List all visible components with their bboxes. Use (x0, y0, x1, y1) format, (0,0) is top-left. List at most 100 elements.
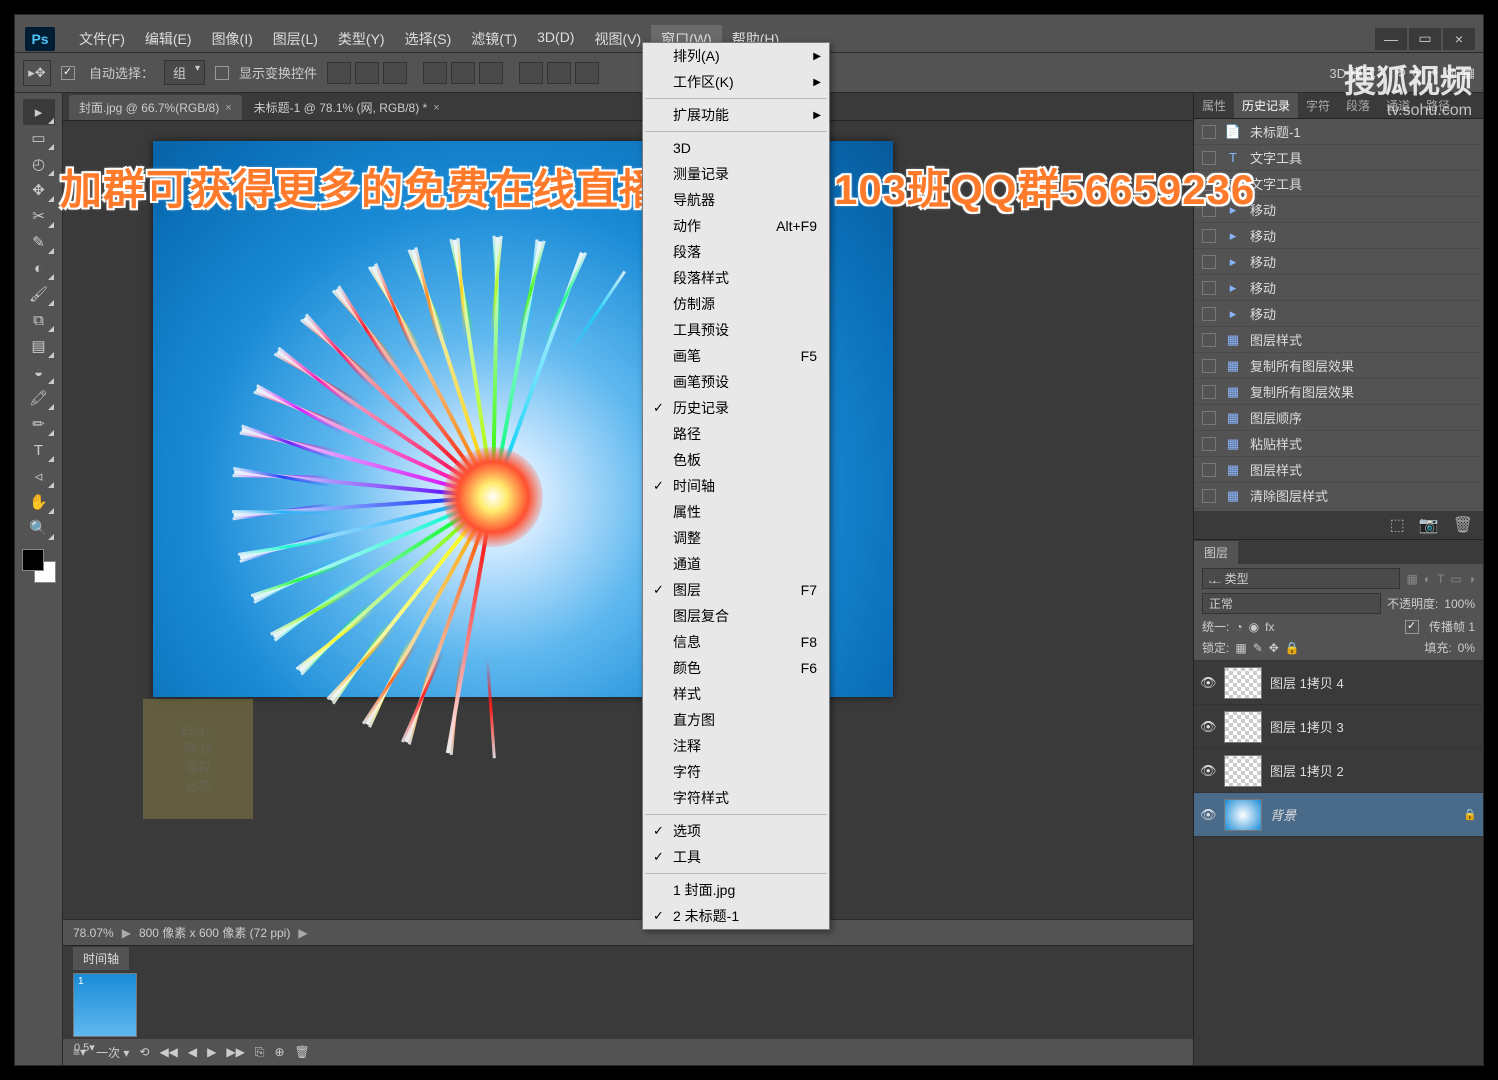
history-item[interactable]: ▸移动 (1194, 223, 1483, 249)
distribute-icon[interactable] (575, 62, 599, 84)
filter-icon[interactable]: ▦ (1406, 572, 1417, 586)
layer-thumbnail[interactable] (1224, 667, 1262, 699)
menu-item[interactable]: 类型(Y) (328, 25, 395, 53)
menu-dropdown-item[interactable]: 信息F8 (643, 629, 829, 655)
history-item[interactable]: ▸移动 (1194, 275, 1483, 301)
lock-icon[interactable]: 🔒 (1285, 641, 1300, 655)
history-item[interactable]: ▦图层样式 (1194, 457, 1483, 483)
layer-row[interactable]: 👁背景🔒 (1194, 793, 1483, 837)
tool-button[interactable]: ◴ (23, 151, 55, 177)
menu-dropdown-item[interactable]: 3D (643, 135, 829, 161)
align-icon[interactable] (327, 62, 351, 84)
history-item[interactable]: ▦清除图层样式 (1194, 483, 1483, 509)
menu-dropdown-item[interactable]: 工具 (643, 844, 829, 870)
align-icon[interactable] (383, 62, 407, 84)
timeline-frame[interactable]: 1 0.5▾ (73, 973, 137, 1037)
document-tab[interactable]: 未标题-1 @ 78.1% (网, RGB/8) *× (244, 95, 450, 120)
history-checkbox[interactable] (1202, 463, 1216, 477)
tool-button[interactable]: ⧉ (23, 307, 55, 333)
timeline-control-button[interactable]: ▶▶ (226, 1045, 244, 1060)
filter-icon[interactable]: ◑ (1468, 572, 1475, 586)
new-snapshot-icon[interactable]: ⬚ (1390, 515, 1405, 535)
lock-icon[interactable]: ✥ (1269, 641, 1279, 655)
status-arrow-icon[interactable]: ▶ (298, 926, 307, 940)
menu-dropdown-item[interactable]: 导航器 (643, 187, 829, 213)
layers-tab[interactable]: 图层 (1194, 540, 1483, 564)
menu-dropdown-item[interactable]: 画笔F5 (643, 343, 829, 369)
history-item[interactable]: ▦图层顺序 (1194, 405, 1483, 431)
menu-item[interactable]: 图像(I) (202, 25, 263, 53)
timeline-control-button[interactable]: ⎘ (255, 1045, 265, 1060)
history-checkbox[interactable] (1202, 359, 1216, 373)
tool-button[interactable]: T (23, 437, 55, 463)
move-tool-icon[interactable]: ▸✥ (23, 60, 51, 86)
tool-button[interactable]: ◐ (23, 255, 55, 281)
menu-dropdown-item[interactable]: 属性 (643, 499, 829, 525)
fill-value[interactable]: 0% (1458, 641, 1475, 655)
trash-icon[interactable]: 🗑 (1453, 515, 1473, 535)
zoom-level[interactable]: 78.07% (73, 926, 114, 940)
close-button[interactable]: × (1443, 28, 1475, 50)
history-checkbox[interactable] (1202, 333, 1216, 347)
tool-button[interactable]: ▭ (23, 125, 55, 151)
menu-dropdown-item[interactable]: 段落样式 (643, 265, 829, 291)
canvas-area[interactable]: Edu...网 校侵权必究 (63, 121, 1193, 919)
menu-dropdown-item[interactable]: 工具预设 (643, 317, 829, 343)
menu-dropdown-item[interactable]: 扩展功能 (643, 102, 829, 128)
align-icon[interactable] (479, 62, 503, 84)
tool-button[interactable]: 🔍 (23, 515, 55, 541)
panel-tab[interactable]: 历史记录 (1234, 93, 1298, 118)
tool-button[interactable]: 🖌 (23, 281, 55, 307)
propagate-checkbox[interactable] (1405, 620, 1419, 634)
tab-close-icon[interactable]: × (433, 102, 439, 114)
menu-dropdown-item[interactable]: 段落 (643, 239, 829, 265)
timeline-control-button[interactable]: ⟲ (139, 1045, 149, 1060)
unify-icon[interactable]: fx (1265, 620, 1274, 634)
tool-button[interactable]: ◃ (23, 463, 55, 489)
timeline-tab[interactable]: 时间轴 (63, 946, 1193, 970)
menu-dropdown-item[interactable]: 时间轴 (643, 473, 829, 499)
history-checkbox[interactable] (1202, 281, 1216, 295)
tool-button[interactable]: ✂ (23, 203, 55, 229)
menu-item[interactable]: 滤镜(T) (461, 25, 527, 53)
unify-icon[interactable]: ◔ (1235, 620, 1242, 634)
align-icon[interactable] (451, 62, 475, 84)
filter-icon[interactable]: ▭ (1450, 572, 1461, 586)
layer-thumbnail[interactable] (1224, 755, 1262, 787)
tool-button[interactable]: ✏ (23, 411, 55, 437)
filter-icon[interactable]: T (1437, 572, 1444, 586)
status-arrow-icon[interactable]: ▶ (122, 926, 131, 940)
tab-close-icon[interactable]: × (225, 102, 231, 114)
auto-select-checkbox[interactable] (61, 66, 75, 80)
menu-dropdown-item[interactable]: 路径 (643, 421, 829, 447)
fg-color[interactable] (22, 549, 44, 571)
timeline-control-button[interactable]: 🗑 (295, 1045, 310, 1060)
menu-dropdown-item[interactable]: 工作区(K) (643, 69, 829, 95)
minimize-button[interactable]: — (1375, 28, 1407, 50)
menu-dropdown-item[interactable]: 注释 (643, 733, 829, 759)
visibility-icon[interactable]: 👁 (1200, 675, 1216, 691)
tool-button[interactable]: ▸ (23, 99, 55, 125)
menu-dropdown-item[interactable]: 历史记录 (643, 395, 829, 421)
menu-dropdown-item[interactable]: 动作Alt+F9 (643, 213, 829, 239)
maximize-button[interactable]: ▭ (1409, 28, 1441, 50)
opacity-value[interactable]: 100% (1444, 597, 1475, 611)
menu-item[interactable]: 文件(F) (69, 25, 135, 53)
lock-icon[interactable]: ✎ (1253, 641, 1263, 655)
menu-dropdown-item[interactable]: 通道 (643, 551, 829, 577)
layer-thumbnail[interactable] (1224, 711, 1262, 743)
align-icon[interactable] (423, 62, 447, 84)
layer-row[interactable]: 👁图层 1拷贝 2 (1194, 749, 1483, 793)
menu-item[interactable]: 3D(D) (527, 25, 584, 53)
menu-dropdown-item[interactable]: 选项 (643, 818, 829, 844)
menu-dropdown-item[interactable]: 颜色F6 (643, 655, 829, 681)
tool-button[interactable]: ✥ (23, 177, 55, 203)
blend-mode-dropdown[interactable]: 正常 (1202, 593, 1381, 614)
history-item[interactable]: 📄未标题-1 (1194, 119, 1483, 145)
layer-thumbnail[interactable] (1224, 799, 1262, 831)
history-item[interactable]: ▦复制所有图层效果 (1194, 353, 1483, 379)
menu-dropdown-item[interactable]: 字符样式 (643, 785, 829, 811)
menu-dropdown-item[interactable]: 图层复合 (643, 603, 829, 629)
unify-icon[interactable]: ◉ (1249, 620, 1259, 634)
menu-dropdown-item[interactable]: 测量记录 (643, 161, 829, 187)
